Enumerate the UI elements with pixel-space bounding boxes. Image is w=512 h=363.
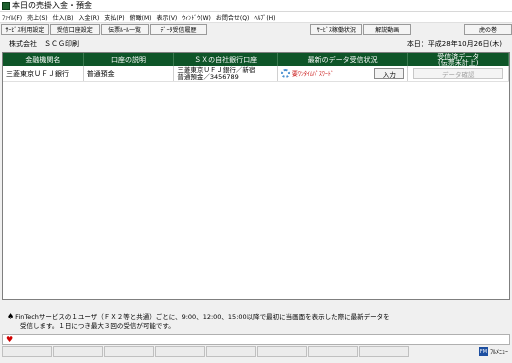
service-status-button[interactable]: ｻｰﾋﾞｽ稼働状況 [310, 24, 363, 35]
header-account-desc: 口座の説明 [84, 53, 175, 66]
header-latest-status: 最新のデータ受信状況 [278, 53, 409, 66]
status-cell [104, 346, 154, 357]
cell-sx-account: 三菱東京ＵＦＪ銀行／新宿 普通預金／3456789 [174, 66, 278, 81]
status-cell [53, 346, 103, 357]
status-cell [155, 346, 205, 357]
header-bank: 金融機関名 [3, 53, 84, 66]
heart-icon: ♥ [6, 335, 14, 344]
status-cell [359, 346, 409, 357]
menu-help[interactable]: ﾍﾙﾌﾟ(H) [254, 13, 275, 22]
menu-window[interactable]: ｳｨﾝﾄﾞｳ(W) [182, 13, 211, 22]
data-history-button[interactable]: ﾃﾞｰﾀ受信履歴 [149, 24, 208, 35]
menu-purchase[interactable]: 仕入(B) [53, 13, 74, 22]
full-menu-icon: FM [478, 347, 488, 356]
today-date: 本日：平成28年10月26日(木) [406, 40, 502, 48]
cell-latest-status: 要ﾜﾝﾀｲﾑﾊﾟｽﾜｰﾄﾞ 入力 [278, 66, 409, 81]
app-icon [2, 1, 10, 10]
notice-area: ♠FinTechサービスの１ユーザ（ＦＸ２等と共通）ごとに、9:00、12:00… [0, 303, 512, 331]
grid-header: 金融機関名 口座の説明 ＳＸの自社銀行口座 最新のデータ受信状況 受信済データ … [3, 53, 510, 67]
menu-payment[interactable]: 支払(P) [104, 13, 124, 22]
menu-view[interactable]: 表示(V) [156, 13, 177, 22]
account-grid: 金融機関名 口座の説明 ＳＸの自社銀行口座 最新のデータ受信状況 受信済データ … [2, 52, 510, 300]
notice-line2: 受信します。１日につき最大３回の受信が可能です。 [20, 322, 175, 330]
status-bar [0, 346, 512, 357]
status-cell [308, 346, 358, 357]
cell-received: データ確認 [408, 66, 509, 81]
explain-video-button[interactable]: 解説動画 [363, 24, 412, 35]
data-confirm-button[interactable]: データ確認 [413, 68, 504, 79]
table-row[interactable]: 三菱東京ＵＦＪ銀行 普通預金 三菱東京ＵＦＪ銀行／新宿 普通預金／3456789… [3, 66, 509, 82]
slip-list-button[interactable]: 伝票ﾙｰﾙ一覧 [100, 24, 149, 35]
menu-file[interactable]: ﾌｧｲﾙ(F) [2, 13, 22, 22]
spade-icon: ♠ [7, 312, 15, 321]
window-title: 本日の売掛入金・預金 [12, 1, 92, 10]
receive-settings-button[interactable]: 受信口座設定 [49, 24, 100, 35]
menu-inquiry[interactable]: お問合せ(Q) [216, 13, 249, 22]
toolbar: ｻｰﾋﾞｽ利用設定 受信口座設定 伝票ﾙｰﾙ一覧 ﾃﾞｰﾀ受信履歴 ｻｰﾋﾞｽ稼… [0, 23, 512, 36]
sx-account-line2: 普通預金／3456789 [177, 72, 239, 81]
menu-overview[interactable]: 俯瞰(M) [130, 13, 152, 22]
message-input[interactable]: ♥ [2, 334, 510, 345]
input-button[interactable]: 入力 [374, 68, 405, 79]
status-cell [2, 346, 52, 357]
status-cell [257, 346, 307, 357]
company-name: 株式会社 ＳＣＧ印刷 [9, 40, 79, 48]
loading-spinner-icon [280, 69, 290, 78]
header-received-line2: (伝票未計上) [437, 58, 479, 67]
menu-bar: ﾌｧｲﾙ(F) 売上(S) 仕入(B) 入金(R) 支払(P) 俯瞰(M) 表示… [0, 12, 512, 23]
status-cell [206, 346, 256, 357]
status-text: 要ﾜﾝﾀｲﾑﾊﾟｽﾜｰﾄﾞ [291, 71, 334, 78]
info-bar: 株式会社 ＳＣＧ印刷 本日：平成28年10月26日(木) [0, 37, 512, 50]
menu-receipt[interactable]: 入金(R) [78, 13, 99, 22]
tiger-scroll-button[interactable]: 虎の巻 [464, 24, 512, 35]
header-received: 受信済データ (伝票未計上) [408, 53, 510, 67]
title-bar: 本日の売掛入金・預金 [0, 0, 512, 12]
full-menu-label: ﾌﾙﾒﾆｭｰ [489, 349, 508, 356]
cell-bank: 三菱東京ＵＦＪ銀行 [3, 66, 84, 81]
full-menu-button[interactable]: FM ﾌﾙﾒﾆｭｰ [478, 346, 508, 357]
menu-sales[interactable]: 売上(S) [27, 13, 48, 22]
service-settings-button[interactable]: ｻｰﾋﾞｽ利用設定 [1, 24, 49, 35]
header-sx-account: ＳＸの自社銀行口座 [174, 53, 278, 66]
notice-line1-text: FinTechサービスの１ユーザ（ＦＸ２等と共通）ごとに、9:00、12:00、… [15, 313, 390, 321]
cell-account-desc: 普通預金 [84, 66, 175, 81]
